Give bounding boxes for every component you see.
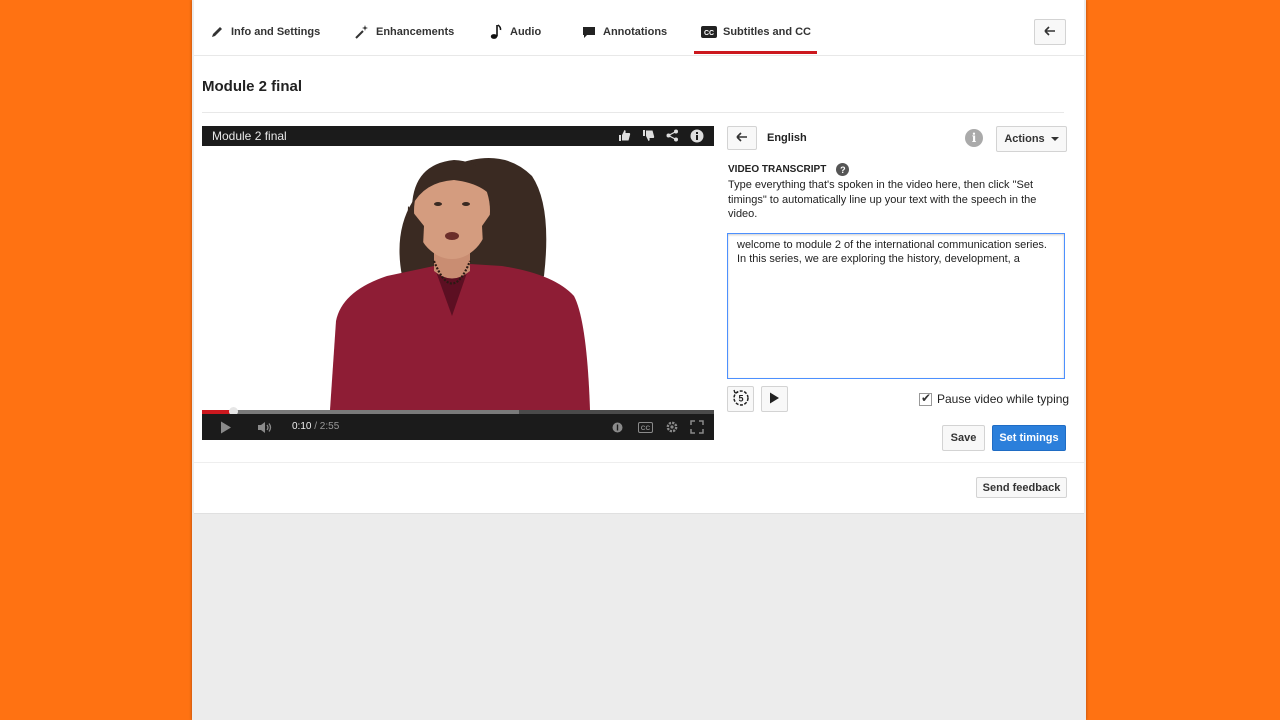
fullscreen-icon[interactable] (690, 419, 704, 435)
player-title-bar: Module 2 final (202, 126, 714, 146)
info-icon[interactable]: i (965, 129, 983, 147)
play-icon (769, 392, 780, 407)
tab-label: Annotations (603, 26, 668, 38)
play-button[interactable] (761, 386, 788, 412)
video-player[interactable]: Module 2 final 0:10 / 2:55 CC (202, 126, 714, 440)
back-button[interactable] (1034, 19, 1066, 45)
actions-dropdown[interactable]: Actions (996, 126, 1067, 152)
current-time: 0:10 (292, 421, 312, 432)
thumbs-down-icon[interactable] (641, 128, 656, 143)
video-transcript-label: VIDEO TRANSCRIPT (728, 164, 827, 175)
transcript-description: Type everything that's spoken in the vid… (728, 179, 1037, 220)
player-title: Module 2 final (212, 129, 287, 143)
tab-audio[interactable]: Audio (487, 22, 541, 42)
panel: Info and Settings Enhancements Audio Ann… (192, 0, 1086, 720)
share-icon[interactable] (665, 128, 680, 143)
magic-wand-icon (353, 23, 371, 41)
annotations-toggle-icon[interactable] (612, 419, 623, 435)
rewind-5-button[interactable]: 5 (727, 386, 754, 412)
send-feedback-button[interactable]: Send feedback (976, 477, 1067, 498)
tab-label: Audio (510, 26, 542, 38)
tab-annotations[interactable]: Annotations (580, 22, 667, 42)
svg-text:CC: CC (704, 30, 714, 37)
pencil-icon (208, 23, 226, 41)
tab-enhancements[interactable]: Enhancements (353, 22, 454, 42)
divider (202, 112, 1064, 113)
player-top-icons (617, 128, 704, 143)
info-icon[interactable] (689, 128, 704, 143)
tab-label: Info and Settings (231, 26, 321, 38)
duration: / 2:55 (314, 421, 340, 432)
language-bar: English i Actions (727, 126, 1067, 152)
speech-bubble-icon (580, 23, 598, 41)
volume-icon[interactable] (257, 419, 273, 435)
music-note-icon (487, 23, 505, 41)
save-button[interactable]: Save (942, 425, 985, 451)
actions-label: Actions (1004, 133, 1045, 145)
svg-text:CC: CC (641, 425, 651, 432)
thumbs-up-icon[interactable] (617, 128, 632, 143)
language-name: English (767, 132, 807, 144)
tab-info-and-settings[interactable]: Info and Settings (208, 22, 320, 42)
player-controls: 0:10 / 2:55 CC (202, 414, 714, 440)
cc-icon[interactable]: CC (638, 419, 653, 435)
set-timings-button[interactable]: Set timings (992, 425, 1066, 451)
presenter-image (202, 146, 714, 410)
cc-icon: CC (700, 23, 718, 41)
rewind-5-icon: 5 (732, 389, 750, 410)
play-icon[interactable] (220, 419, 232, 435)
pause-checkbox[interactable]: ✔ (919, 390, 932, 406)
caret-down-icon (1050, 137, 1059, 141)
language-back-button[interactable] (727, 126, 757, 150)
pause-while-typing[interactable]: ✔ Pause video while typing (919, 390, 1070, 406)
tab-subtitles-and-cc[interactable]: CC Subtitles and CC (693, 22, 818, 54)
back-arrow-icon (1044, 23, 1056, 41)
divider (194, 462, 1084, 463)
gear-icon[interactable] (665, 419, 679, 435)
tab-label: Enhancements (376, 26, 455, 38)
checkmark-icon: ✔ (921, 390, 932, 405)
pause-label: Pause video while typing (937, 392, 1070, 406)
svg-text:5: 5 (738, 393, 743, 403)
help-icon[interactable]: ? (836, 163, 850, 176)
page-title: Module 2 final (202, 78, 303, 95)
video-frame[interactable] (202, 146, 714, 410)
back-arrow-icon (736, 131, 748, 145)
tab-label: Subtitles and CC (723, 26, 812, 38)
time-display: 0:10 / 2:55 (292, 421, 339, 432)
tab-bar: Info and Settings Enhancements Audio Ann… (194, 0, 1084, 56)
transcript-textarea[interactable]: welcome to module 2 of the international… (727, 233, 1065, 379)
section-label: VIDEO TRANSCRIPT ? (728, 163, 850, 176)
editor-card: Info and Settings Enhancements Audio Ann… (194, 0, 1084, 514)
